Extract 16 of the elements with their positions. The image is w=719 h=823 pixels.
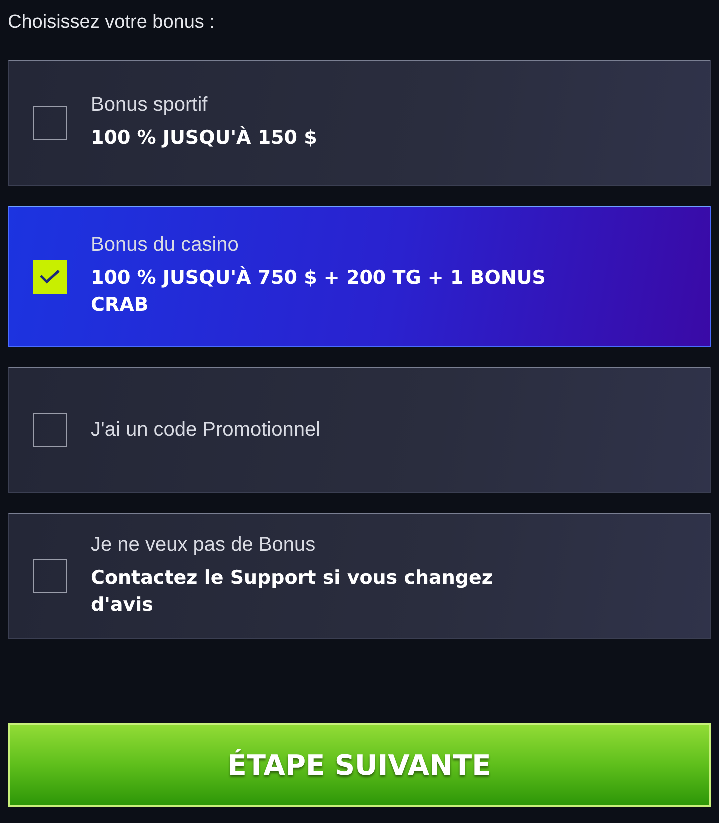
- section-title: Choisissez votre bonus :: [8, 11, 216, 35]
- bonus-option[interactable]: Bonus du casino 100 % JUSQU'À 750 $ + 200 TG + 1 BONUS CRAB: [8, 206, 711, 347]
- option-label: Bonus sportif: [91, 94, 209, 117]
- option-detail: 100 % JUSQU'À 750 $ + 200 TG + 1 BONUS CRAB: [91, 265, 547, 318]
- checkbox[interactable]: [33, 559, 67, 593]
- option-detail: 100 % JUSQU'À 150 $: [91, 125, 318, 151]
- option-detail: Contactez le Support si vous changez d'avis: [91, 566, 494, 618]
- option-label: Bonus du casino: [91, 234, 240, 257]
- checkbox[interactable]: [33, 413, 67, 447]
- bonus-option[interactable]: Je ne veux pas de Bonus Contactez le Support si vous changez d'avis: [8, 513, 711, 639]
- checkbox[interactable]: [33, 106, 67, 140]
- check-icon: [39, 268, 61, 284]
- option-label: Je ne veux pas de Bonus: [91, 534, 317, 556]
- bonus-option[interactable]: J'ai un code Promotionnel: [8, 367, 711, 493]
- bonus-option[interactable]: Bonus sportif 100 % JUSQU'À 150 $: [8, 60, 711, 186]
- option-label: J'ai un code Promotionnel: [91, 418, 321, 442]
